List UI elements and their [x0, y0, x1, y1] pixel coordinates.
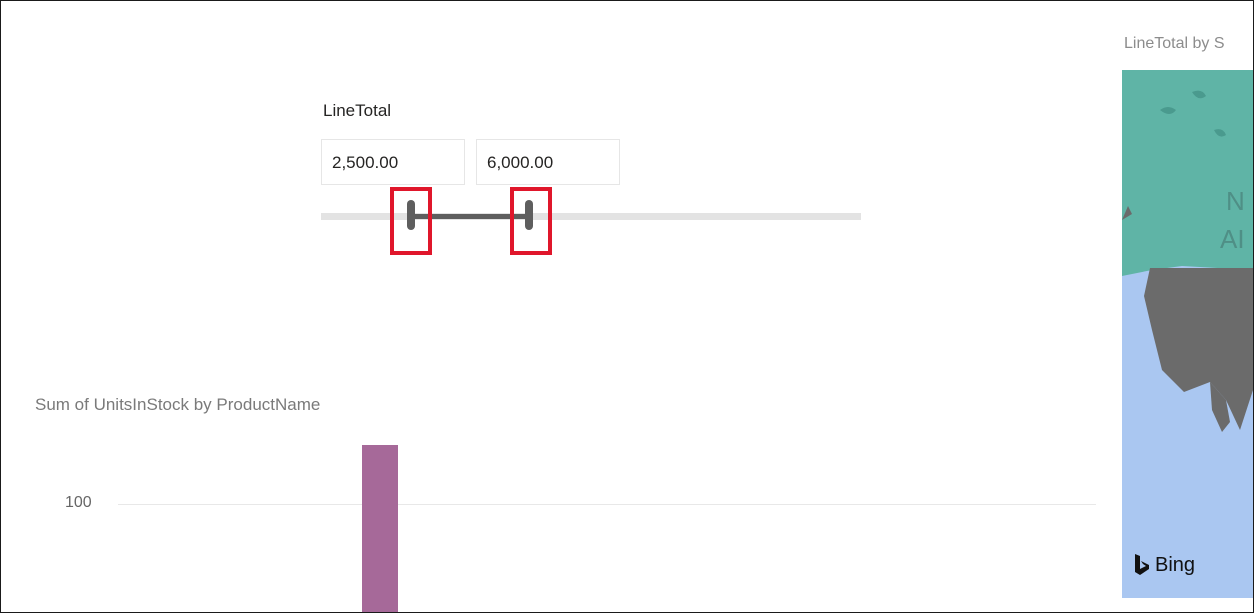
slicer-max-input[interactable]: 6,000.00 [476, 139, 620, 185]
map-label-n: N [1226, 186, 1245, 216]
bing-label: Bing [1155, 553, 1196, 576]
slicer-min-input[interactable]: 2,500.00 [321, 139, 465, 185]
report-canvas: LineTotal 2,500.00 6,000.00 Sum of Units… [0, 0, 1254, 613]
map-graphic: N AI [1122, 70, 1253, 598]
map-title: LineTotal by S [1124, 35, 1225, 52]
map-label-am: AI [1220, 224, 1245, 254]
min-handle-highlight-box [390, 187, 432, 255]
bing-icon [1135, 554, 1149, 575]
bar-chart-title: Sum of UnitsInStock by ProductName [35, 395, 321, 414]
bing-logo: Bing [1133, 553, 1195, 577]
slicer-title: LineTotal [323, 101, 392, 120]
max-handle-highlight-box [510, 187, 552, 255]
y-tick-label: 100 [65, 494, 92, 511]
gridline [118, 504, 1096, 505]
bar[interactable] [362, 444, 398, 612]
map-visual[interactable]: N AI [1122, 70, 1253, 598]
